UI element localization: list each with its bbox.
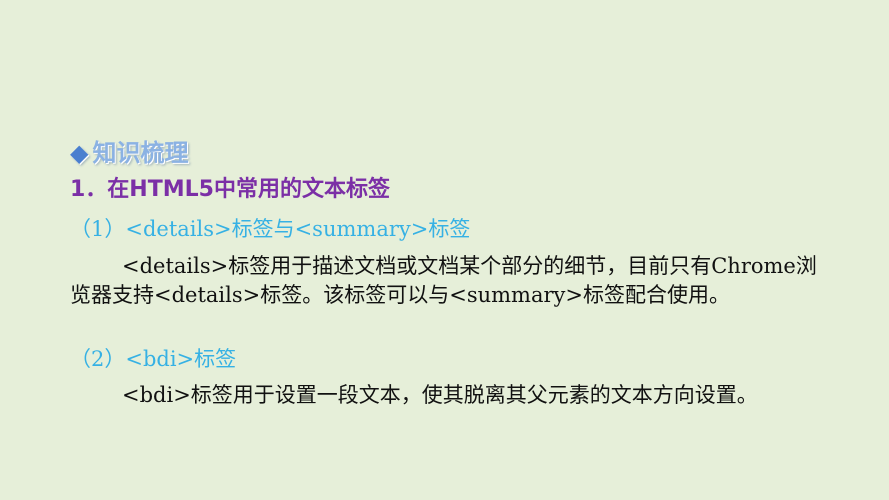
paragraph-bdi: <bdi>标签用于设置一段文本，使其脱离其父元素的文本方向设置。 — [122, 383, 758, 407]
subhead-details-summary: （1）<details>标签与<summary>标签 — [70, 217, 471, 241]
paragraph-details: <details>标签用于描述文档或文档某个部分的细节，目前只有Chrome浏览… — [70, 254, 817, 307]
slide: ◆ 知识梳理 1．在HTML5中常用的文本标签 （1）<details>标签与<s… — [0, 0, 889, 500]
slide-title: 1．在HTML5中常用的文本标签 — [70, 177, 390, 202]
diamond-bullet-icon: ◆ — [70, 139, 89, 167]
subhead-bdi: （2）<bdi>标签 — [70, 347, 237, 371]
section-heading: ◆ 知识梳理 — [70, 135, 188, 171]
section-heading-text: 知识梳理 — [92, 139, 189, 167]
